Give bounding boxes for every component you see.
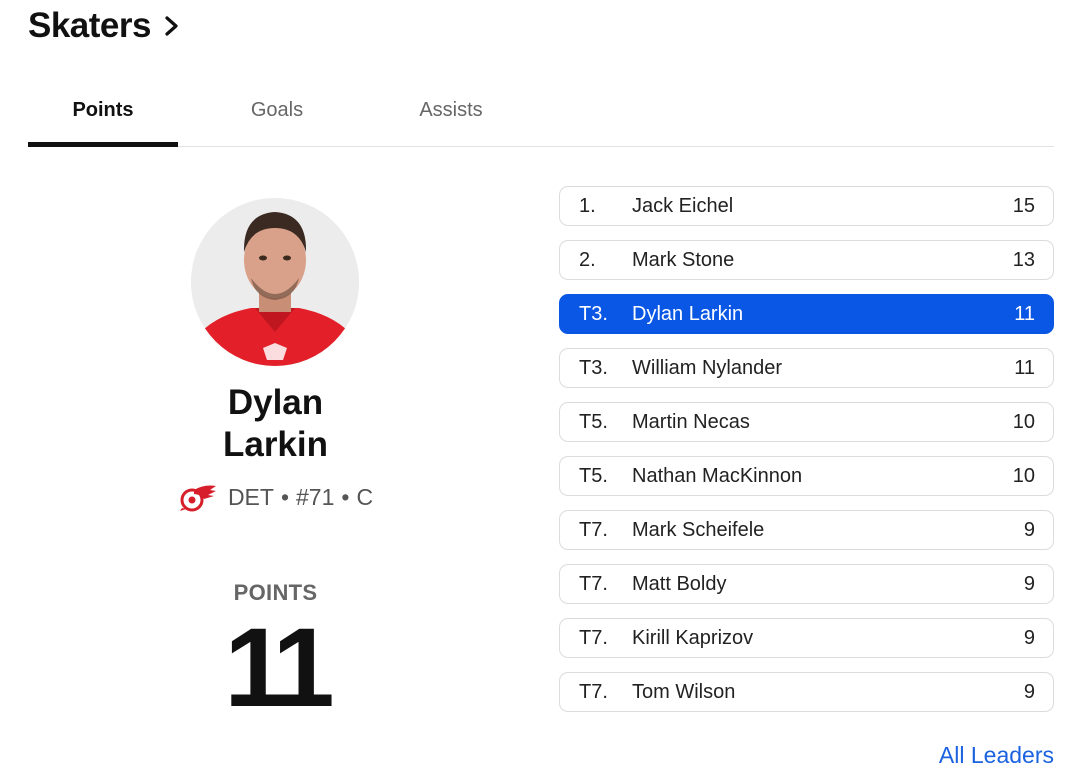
leader-rank: T7.	[579, 626, 608, 649]
featured-player-name: Dylan Larkin	[28, 382, 523, 466]
stat-value: 11	[224, 605, 334, 730]
tab-assists[interactable]: Assists	[376, 84, 526, 146]
leader-row[interactable]: T3. William Nylander 11	[559, 348, 1054, 388]
jersey-number: #71	[296, 483, 335, 510]
leader-rank: T7.	[579, 680, 608, 703]
leader-rank: T3.	[579, 356, 608, 379]
leader-value: 9	[1023, 680, 1035, 703]
all-leaders-link[interactable]: All Leaders	[939, 742, 1054, 769]
leader-value: 9	[1023, 626, 1035, 649]
leader-rank: T7.	[579, 518, 608, 541]
leader-rank: T3.	[579, 302, 608, 325]
leader-row[interactable]: T7. Mark Scheifele 9	[559, 510, 1054, 550]
leader-value: 11	[1014, 302, 1035, 325]
leader-value: 10	[1012, 464, 1035, 487]
leader-name: Mark Scheifele	[632, 518, 765, 541]
skaters-header-link[interactable]: Skaters	[28, 4, 181, 48]
stat-tabs: Points Goals Assists	[28, 84, 1054, 147]
leader-rank: T5.	[579, 464, 608, 487]
player-meta: DET • #71 • C	[28, 482, 523, 512]
tab-goals[interactable]: Goals	[202, 84, 352, 146]
leader-name: Martin Necas	[632, 410, 750, 433]
leader-value: 15	[1012, 194, 1035, 217]
leader-row[interactable]: T5. Martin Necas 10	[559, 402, 1054, 442]
leader-row[interactable]: T7. Matt Boldy 9	[559, 564, 1054, 604]
red-wings-logo	[179, 485, 216, 512]
leader-rank: 2.	[579, 248, 596, 271]
leader-row-selected[interactable]: T3. Dylan Larkin 11	[559, 294, 1054, 334]
leader-name: Dylan Larkin	[632, 302, 744, 325]
leader-value: 9	[1023, 572, 1035, 595]
stat-label: POINTS	[233, 580, 318, 605]
leader-row[interactable]: T7. Tom Wilson 9	[559, 672, 1054, 712]
leader-name: Nathan MacKinnon	[632, 464, 803, 487]
leader-name: William Nylander	[632, 356, 783, 379]
leader-value: 11	[1014, 356, 1035, 379]
section-title: Skaters	[28, 6, 151, 45]
player-headshot	[191, 198, 359, 366]
leaders-list: 1. Jack Eichel 15 2. Mark Stone 13 T3. D…	[559, 186, 1054, 726]
leader-value: 13	[1012, 248, 1035, 271]
team-abbrev: DET	[227, 483, 274, 510]
leader-rank: 1.	[579, 194, 596, 217]
leader-row[interactable]: 1. Jack Eichel 15	[559, 186, 1054, 226]
leader-name: Kirill Kaprizov	[632, 626, 754, 649]
leader-rank: T5.	[579, 410, 608, 433]
meta-separator: •	[280, 483, 289, 510]
leader-value: 10	[1012, 410, 1035, 433]
leader-name: Mark Stone	[632, 248, 735, 271]
leader-value: 9	[1023, 518, 1035, 541]
player-last-name: Larkin	[222, 425, 329, 464]
player-position: C	[356, 483, 374, 510]
leader-rank: T7.	[579, 572, 608, 595]
leader-row[interactable]: T5. Nathan MacKinnon 10	[559, 456, 1054, 496]
leader-row[interactable]: 2. Mark Stone 13	[559, 240, 1054, 280]
chevron-right-icon	[165, 16, 178, 36]
leader-name: Tom Wilson	[632, 680, 736, 703]
meta-separator: •	[341, 483, 350, 510]
player-first-name: Dylan	[227, 383, 324, 422]
tab-points[interactable]: Points	[28, 84, 178, 147]
leader-row[interactable]: T7. Kirill Kaprizov 9	[559, 618, 1054, 658]
leader-name: Jack Eichel	[632, 194, 734, 217]
leader-name: Matt Boldy	[632, 572, 727, 595]
